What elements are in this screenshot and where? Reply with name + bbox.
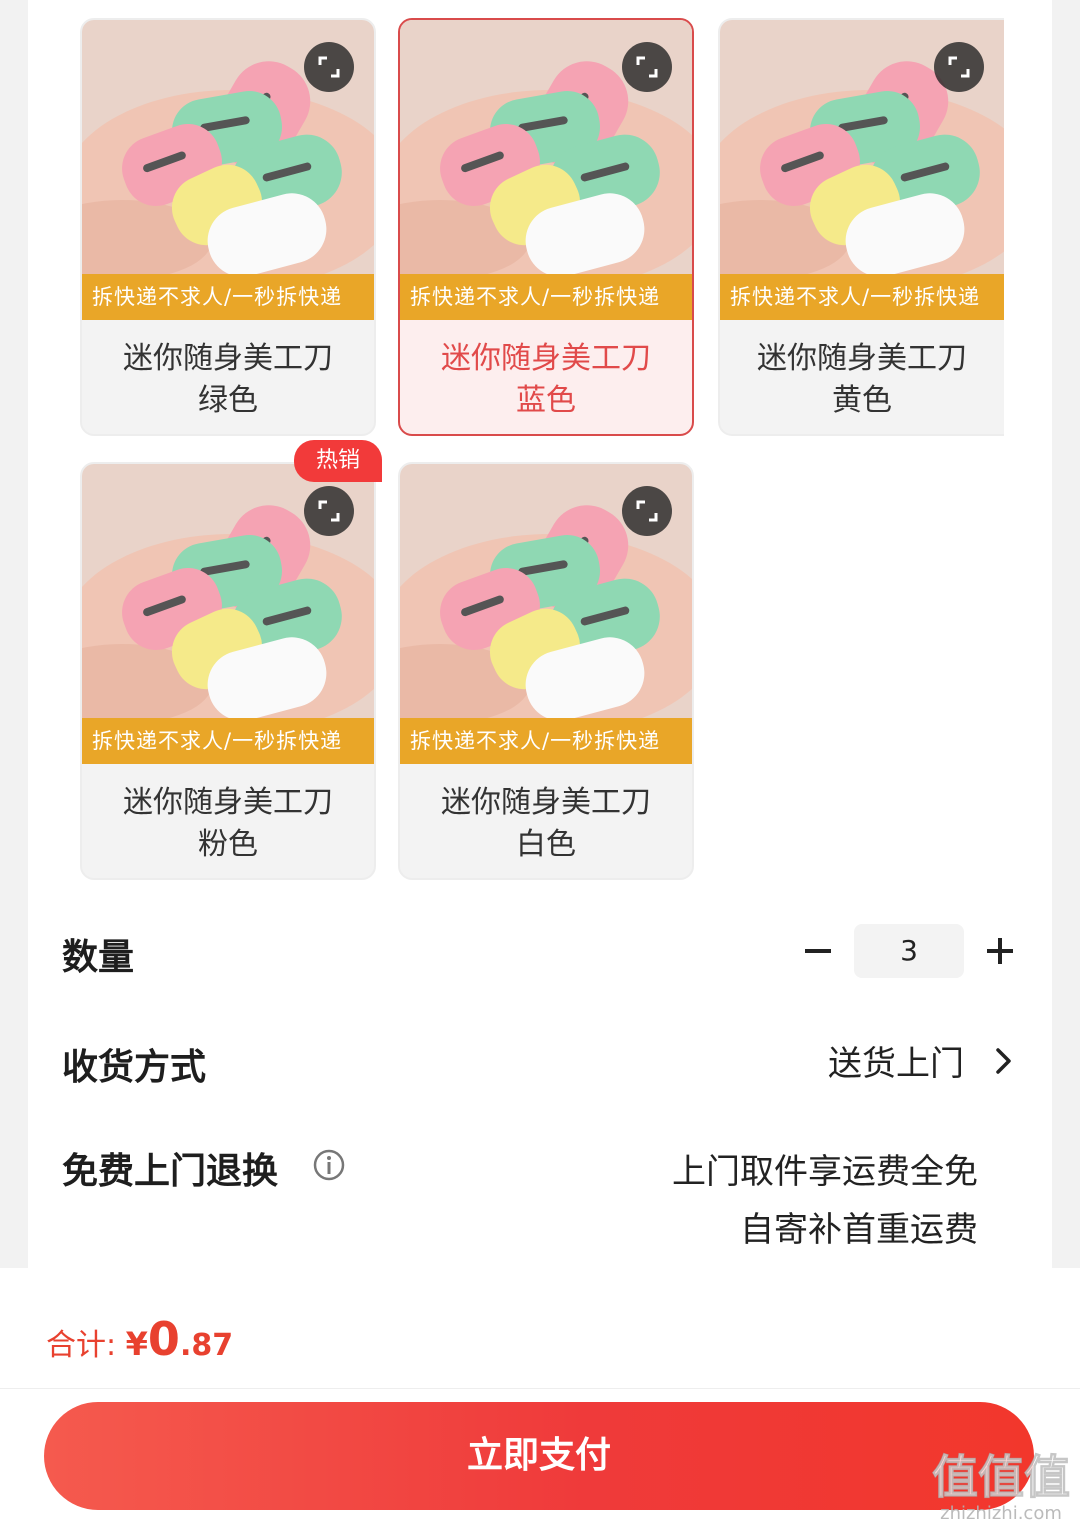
product-banner: 拆快递不求人/一秒拆快递 — [720, 274, 1004, 320]
hot-badge: 热销 — [294, 440, 382, 482]
sku-name: 迷你随身美工刀 — [441, 785, 651, 820]
total-price: 合计: ¥0.87 — [46, 1312, 233, 1366]
delivery-value: 送货上门 — [828, 1044, 964, 1084]
footer-divider — [0, 1388, 1080, 1389]
sku-color: 白色 — [516, 827, 576, 862]
total-label: 合计: — [46, 1328, 117, 1363]
product-banner: 拆快递不求人/一秒拆快递 — [82, 274, 374, 320]
pay-now-button[interactable]: 立即支付 — [44, 1402, 1034, 1510]
sku-color: 粉色 — [198, 827, 258, 862]
sku-name: 迷你随身美工刀 — [123, 785, 333, 820]
checkout-footer: 合计: ¥0.87 立即支付 值值值 zhizhizhi.com — [0, 1268, 1080, 1532]
chevron-right-icon — [994, 1044, 1014, 1082]
sku-color: 黄色 — [832, 383, 892, 418]
expand-icon[interactable] — [304, 486, 354, 536]
quantity-input[interactable]: 3 — [854, 924, 964, 978]
watermark-site: zhizhizhi.com — [940, 1503, 1062, 1524]
sku-color: 绿色 — [198, 383, 258, 418]
expand-icon[interactable] — [622, 42, 672, 92]
sku-color: 蓝色 — [516, 383, 576, 418]
returns-line1: 上门取件享运费全免 — [672, 1152, 978, 1192]
sku-option-card[interactable]: 拆快递不求人/一秒拆快递迷你随身美工刀 蓝色 — [398, 18, 694, 436]
plus-icon[interactable] — [978, 929, 1022, 973]
sku-name: 迷你随身美工刀 — [441, 341, 651, 376]
minus-icon[interactable] — [796, 929, 840, 973]
product-banner: 拆快递不求人/一秒拆快递 — [400, 718, 692, 764]
expand-icon[interactable] — [934, 42, 984, 92]
delivery-label: 收货方式 — [62, 1047, 207, 1088]
returns-line2: 自寄补首重运费 — [740, 1210, 978, 1250]
delivery-selector[interactable]: 送货上门 — [760, 1036, 1020, 1086]
product-banner: 拆快递不求人/一秒拆快递 — [82, 718, 374, 764]
sku-option-card[interactable]: 拆快递不求人/一秒拆快递迷你随身美工刀 白色 — [398, 462, 694, 880]
quantity-label: 数量 — [62, 937, 135, 978]
sku-option-card[interactable]: 拆快递不求人/一秒拆快递迷你随身美工刀 粉色 — [80, 462, 376, 880]
sku-name: 迷你随身美工刀 — [123, 341, 333, 376]
amount-decimal: .87 — [179, 1328, 234, 1363]
watermark: 值值值 zhizhizhi.com — [932, 1450, 1071, 1525]
sku-option-card[interactable]: 拆快递不求人/一秒拆快递迷你随身美工刀 绿色 — [80, 18, 376, 436]
returns-label: 免费上门退换 — [62, 1151, 279, 1192]
amount-integer: 0 — [147, 1312, 180, 1366]
info-icon[interactable] — [312, 1148, 346, 1186]
expand-icon[interactable] — [304, 42, 354, 92]
watermark-logo: 值值值 — [932, 1450, 1071, 1504]
currency-symbol: ¥ — [125, 1325, 148, 1363]
sku-option-card[interactable]: 拆快递不求人/一秒拆快递迷你随身美工刀 黄色 — [718, 18, 1004, 436]
sku-name: 迷你随身美工刀 — [757, 341, 967, 376]
expand-icon[interactable] — [622, 486, 672, 536]
product-banner: 拆快递不求人/一秒拆快递 — [400, 274, 692, 320]
